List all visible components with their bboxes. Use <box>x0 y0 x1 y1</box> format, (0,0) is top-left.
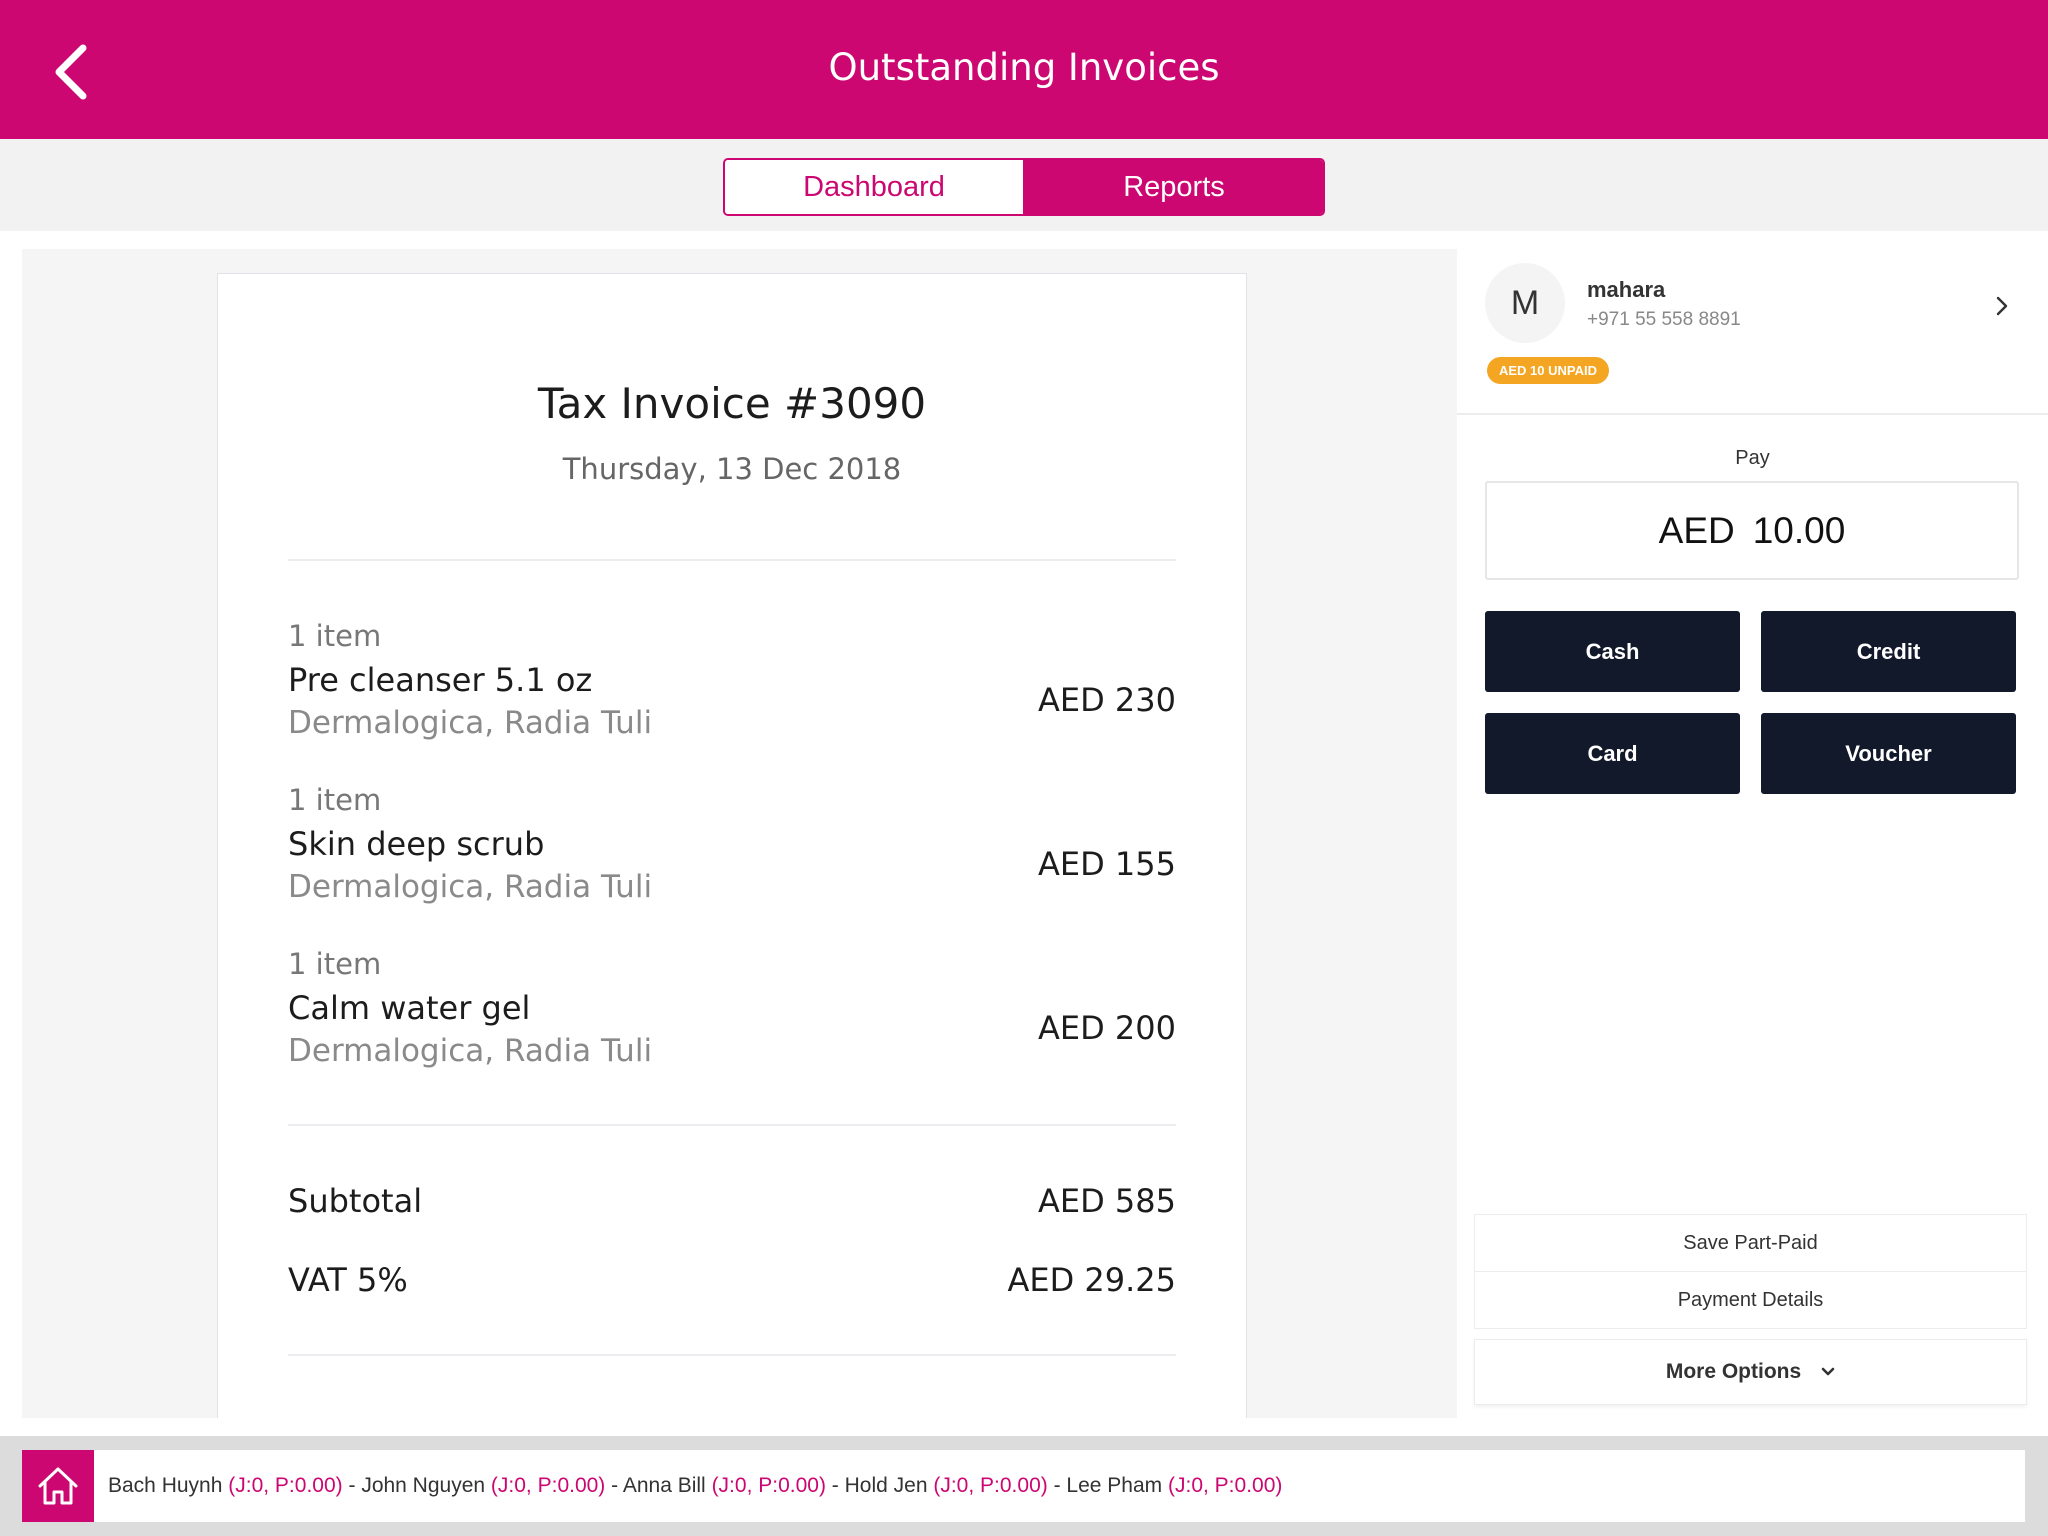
divider <box>288 1124 1176 1126</box>
page-title: Outstanding Invoices <box>828 46 1220 89</box>
divider <box>288 1354 1176 1356</box>
staff-name[interactable]: Lee Pham <box>1066 1474 1162 1497</box>
pay-amount: 10.00 <box>1752 509 1846 551</box>
credit-button[interactable]: Credit <box>1761 611 2016 692</box>
client-name: mahara <box>1587 277 1666 302</box>
vat-label: VAT 5% <box>288 1261 408 1299</box>
invoice-sheet: Tax Invoice #3090 Thursday, 13 Dec 2018 … <box>217 273 1247 1418</box>
cash-button[interactable]: Cash <box>1485 611 1740 692</box>
chevron-right-icon <box>1996 296 2008 316</box>
line-item-qty: 1 item <box>288 947 382 981</box>
avatar: M <box>1485 263 1565 343</box>
invoice-pane[interactable]: Tax Invoice #3090 Thursday, 13 Dec 2018 … <box>22 249 1457 1418</box>
voucher-button[interactable]: Voucher <box>1761 713 2016 794</box>
line-item-qty: 1 item <box>288 619 382 653</box>
line-item-meta: Dermalogica, Radia Tuli <box>288 869 653 905</box>
divider <box>288 559 1176 561</box>
home-icon <box>38 1467 78 1505</box>
more-options-button[interactable]: More Options <box>1474 1339 2027 1405</box>
pay-amount-input[interactable]: AED 10.00 <box>1485 481 2019 580</box>
staff-stat: (J:0, P:0.00) <box>1168 1474 1283 1497</box>
line-item-name: Calm water gel <box>288 989 531 1027</box>
staff-stat: (J:0, P:0.00) <box>490 1474 606 1497</box>
staff-stat: (J:0, P:0.00) <box>711 1474 826 1497</box>
save-part-paid-button[interactable]: Save Part-Paid <box>1474 1214 2027 1272</box>
client-phone: +971 55 558 8891 <box>1587 309 1741 330</box>
staff-bar: Bach Huynh (J:0, P:0.00) - John Nguyen (… <box>0 1436 2048 1536</box>
line-item-meta: Dermalogica, Radia Tuli <box>288 1033 653 1069</box>
client-detail-button[interactable] <box>1987 291 2017 321</box>
home-button[interactable] <box>22 1450 94 1522</box>
chevron-down-icon <box>1821 1367 1835 1376</box>
vat-value: AED 29.25 <box>1007 1261 1176 1299</box>
line-item-meta: Dermalogica, Radia Tuli <box>288 705 653 741</box>
segmented-control: Dashboard Reports <box>723 158 1325 216</box>
client-card[interactable]: M mahara +971 55 558 8891 AED 10 UNPAID <box>1457 231 2048 415</box>
line-item: 1 item Skin deep scrub Dermalogica, Radi… <box>288 783 1176 933</box>
more-options-label: More Options <box>1665 1360 1802 1383</box>
staff-list: Bach Huynh (J:0, P:0.00) - John Nguyen (… <box>108 1474 1283 1497</box>
subtotal-label: Subtotal <box>288 1182 423 1220</box>
staff-name[interactable]: John Nguyen <box>361 1474 485 1497</box>
staff-name[interactable]: Anna Bill <box>623 1474 706 1497</box>
pay-label: Pay <box>1735 447 1770 469</box>
line-item: 1 item Pre cleanser 5.1 oz Dermalogica, … <box>288 619 1176 769</box>
staff-stat: (J:0, P:0.00) <box>933 1474 1048 1497</box>
top-bar: Outstanding Invoices <box>0 0 2048 139</box>
payment-pane: M mahara +971 55 558 8891 AED 10 UNPAID … <box>1457 231 2048 1418</box>
tab-dashboard[interactable]: Dashboard <box>725 160 1025 214</box>
staff-bar-inner: Bach Huynh (J:0, P:0.00) - John Nguyen (… <box>22 1450 2025 1522</box>
staff-name[interactable]: Bach Huynh <box>108 1474 222 1497</box>
pay-currency: AED <box>1658 509 1735 551</box>
tab-reports[interactable]: Reports <box>1025 160 1323 214</box>
invoice-date: Thursday, 13 Dec 2018 <box>562 452 902 486</box>
card-button[interactable]: Card <box>1485 713 1740 794</box>
line-item-price: AED 230 <box>1038 681 1176 719</box>
tab-strip: Dashboard Reports <box>0 139 2048 231</box>
payment-details-button[interactable]: Payment Details <box>1474 1271 2027 1329</box>
line-item-name: Pre cleanser 5.1 oz <box>288 661 593 699</box>
staff-name[interactable]: Hold Jen <box>845 1474 928 1497</box>
line-item-name: Skin deep scrub <box>288 825 545 863</box>
subtotal-value: AED 585 <box>1038 1182 1176 1220</box>
unpaid-badge: AED 10 UNPAID <box>1487 357 1610 384</box>
line-item-price: AED 200 <box>1038 1009 1176 1047</box>
staff-stat: (J:0, P:0.00) <box>228 1474 343 1497</box>
line-item: 1 item Calm water gel Dermalogica, Radia… <box>288 947 1176 1097</box>
line-item-price: AED 155 <box>1038 845 1176 883</box>
invoice-title: Tax Invoice #3090 <box>537 379 927 428</box>
line-item-qty: 1 item <box>288 783 382 817</box>
